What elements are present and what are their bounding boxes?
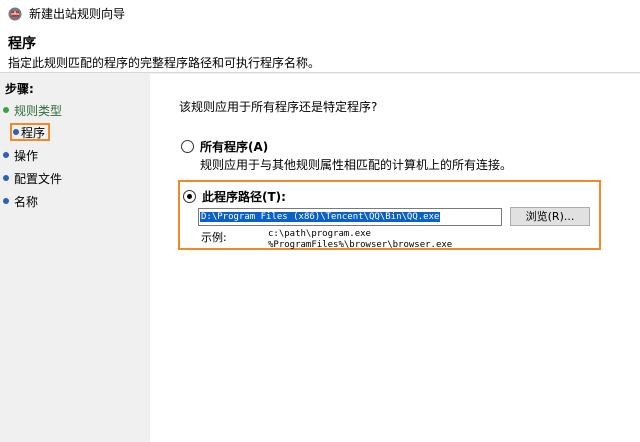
page-header: 程序 指定此规则匹配的程序的完整程序路径和可执行程序名称。 <box>0 27 640 73</box>
window-title: 新建出站规则向导 <box>29 7 126 21</box>
example-path-2: %ProgramFiles%\browser\browser.exe <box>268 240 453 250</box>
all-programs-description: 规则应用于与其他规则属性相匹配的计算机上的所有连接。 <box>200 158 513 172</box>
program-path-label[interactable]: 此程序路径(T): <box>202 188 286 205</box>
step-label: 程序 <box>21 125 46 140</box>
step-rule-type: 规则类型 <box>3 101 62 119</box>
steps-sidebar: 步骤: 规则类型 程序 操作 配置文件 名称 <box>0 74 150 442</box>
step-program-current: 程序 <box>10 123 51 141</box>
program-path-input[interactable]: D:\Program Files (x86)\Tencent\QQ\Bin\QQ… <box>198 208 502 226</box>
program-path-option[interactable]: 此程序路径(T): <box>183 188 286 205</box>
browse-button[interactable]: 浏览(R)... <box>510 207 590 226</box>
step-pending-dot-icon <box>3 175 9 181</box>
firewall-icon <box>7 6 23 22</box>
step-label: 规则类型 <box>14 103 63 118</box>
all-programs-option[interactable]: 所有程序(A) <box>181 138 268 155</box>
step-label: 名称 <box>14 194 39 209</box>
example-path-1: c:\path\program.exe <box>268 229 371 239</box>
step-label: 操作 <box>14 148 39 163</box>
example-paths: c:\path\program.exe %ProgramFiles%\brows… <box>268 229 452 251</box>
all-programs-radio[interactable] <box>181 140 194 153</box>
page-title: 程序 <box>8 36 36 52</box>
step-pending-dot-icon <box>3 152 9 158</box>
step-pending-dot-icon <box>3 198 9 204</box>
step-profile: 配置文件 <box>3 169 62 187</box>
all-programs-label[interactable]: 所有程序(A) <box>200 138 268 155</box>
step-current-dot-icon <box>13 129 19 135</box>
page-description: 指定此规则匹配的程序的完整程序路径和可执行程序名称。 <box>8 56 321 70</box>
example-label: 示例: <box>201 231 227 244</box>
program-path-radio[interactable] <box>183 190 196 203</box>
program-path-value: D:\Program Files (x86)\Tencent\QQ\Bin\QQ… <box>200 212 441 222</box>
main-content: 该规则应用于所有程序还是特定程序? 所有程序(A) 规则应用于与其他规则属性相匹… <box>150 74 640 442</box>
step-label: 配置文件 <box>14 171 63 186</box>
title-bar[interactable]: 新建出站规则向导 <box>0 0 640 27</box>
step-action: 操作 <box>3 146 38 164</box>
step-name: 名称 <box>3 192 38 210</box>
steps-heading: 步骤: <box>5 82 34 96</box>
program-path-group: 此程序路径(T): D:\Program Files (x86)\Tencent… <box>178 180 601 250</box>
scope-question: 该规则应用于所有程序还是特定程序? <box>179 100 378 114</box>
step-done-dot-icon <box>3 107 9 113</box>
